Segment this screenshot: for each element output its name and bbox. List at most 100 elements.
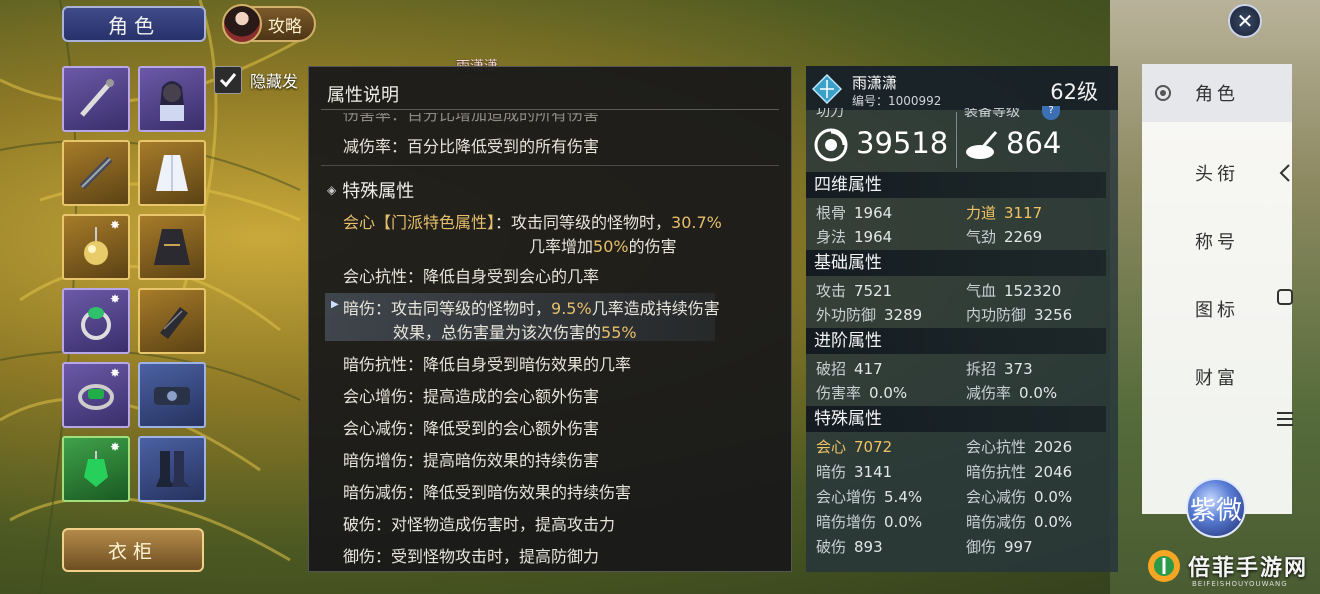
- tab-nickname[interactable]: 称号: [1142, 212, 1292, 270]
- sparkle-icon: ✸: [110, 292, 121, 306]
- popup-row-crit-dec: 会心减伤：降低受到的会心额外伤害: [343, 415, 599, 439]
- stat-value: 3289: [884, 306, 923, 324]
- popup-desc: 的伤害: [628, 237, 677, 256]
- white-robe-icon: [156, 155, 188, 191]
- wardrobe-button[interactable]: 衣柜: [62, 528, 204, 572]
- popup-desc: ：降低自身受到会心的几率: [407, 267, 600, 286]
- stat-value: 2046: [1034, 463, 1073, 481]
- equip-slot-flute[interactable]: [62, 140, 130, 206]
- role-tab-button[interactable]: 角色: [62, 6, 206, 42]
- popup-desc: ：百分比降低受到的所有伤害: [391, 137, 600, 156]
- stat-value: 997: [1004, 538, 1033, 556]
- hide-hair-toggle[interactable]: 隐藏发: [214, 66, 298, 94]
- equip-slot-green-ring[interactable]: ✸: [62, 288, 130, 354]
- popup-value: 9.5%: [551, 299, 592, 318]
- popup-row-crit-cont: 几率增加50%的伤害: [529, 233, 677, 257]
- close-icon: ✕: [1236, 9, 1254, 33]
- character-id: 编号：1000992: [852, 94, 942, 108]
- equip-slot-boots[interactable]: [138, 436, 206, 502]
- tab-wealth[interactable]: 财富: [1142, 348, 1292, 406]
- group-basic: 基础属性: [806, 250, 1106, 276]
- stat-yushang: 御伤 997: [966, 536, 1033, 557]
- home-square-icon[interactable]: [1270, 282, 1300, 312]
- stat-name: 攻击: [816, 282, 847, 300]
- popup-row-damage-rate: 伤害率：百分比增加造成的所有伤害: [343, 113, 600, 123]
- popup-desc: ：降低受到暗伤效果的持续伤害: [407, 483, 632, 502]
- sect-emblem-icon: [812, 74, 842, 104]
- watermark-text: 倍菲手游网: [1188, 556, 1309, 581]
- stat-value: 0.0%: [1019, 384, 1058, 402]
- popup-row-dark-dec: 暗伤减伤：降低受到暗伤效果的持续伤害: [343, 479, 631, 503]
- sparkle-icon: ✸: [110, 366, 121, 380]
- stat-as-zs: 暗伤增伤 0.0%: [816, 511, 922, 532]
- stat-name: 内功防御: [966, 306, 1027, 324]
- stat-value: 0.0%: [869, 384, 908, 402]
- stat-value: 3256: [1034, 306, 1073, 324]
- popup-value: 50%: [593, 237, 629, 256]
- equip-slot-white-robe[interactable]: [138, 140, 206, 206]
- stat-name: 减伤率: [966, 384, 1012, 402]
- hide-hair-checkbox[interactable]: [214, 66, 242, 94]
- menu-lines-icon[interactable]: [1270, 404, 1300, 434]
- stat-value: 1964: [854, 204, 893, 222]
- checkmark-icon: [219, 73, 237, 88]
- equip-level-label: 装备等级: [964, 108, 1020, 118]
- stat-huixin: 会心 7072: [816, 436, 892, 457]
- power-icon: [814, 128, 848, 162]
- stat-chaizhao: 拆招 373: [966, 358, 1033, 379]
- sparkle-icon: ✸: [110, 218, 121, 232]
- help-icon[interactable]: ?: [1042, 106, 1060, 120]
- equip-slot-staff[interactable]: [62, 66, 130, 132]
- popup-key: 会心【门派特色属性】: [343, 213, 496, 232]
- guide-label: 攻略: [268, 16, 302, 37]
- popup-key: 会心减伤: [343, 419, 408, 438]
- guide-button[interactable]: 攻略: [222, 4, 316, 44]
- popup-desc: ：对怪物造成伤害时，提高攻击力: [375, 515, 616, 534]
- popup-row-reduce-rate: 减伤率：百分比降低受到的所有伤害: [343, 133, 599, 157]
- popup-desc: ：受到怪物攻击时，提高防御力: [375, 547, 600, 566]
- stat-name: 破招: [816, 360, 847, 378]
- wardrobe-label: 衣柜: [107, 540, 158, 563]
- equip-slot-bracer[interactable]: [138, 288, 206, 354]
- equip-slot-jade-ring[interactable]: ✸: [62, 362, 130, 428]
- stat-gongji: 攻击 7521: [816, 280, 892, 301]
- stat-hx-zs: 会心增伤 5.4%: [816, 486, 922, 507]
- stat-value: 2026: [1034, 438, 1073, 456]
- stat-value: 3117: [1004, 204, 1043, 222]
- stat-value: 3141: [854, 463, 893, 481]
- equip-slot-belt[interactable]: [138, 362, 206, 428]
- stat-value: 0.0%: [1034, 513, 1073, 531]
- stat-name: 暗伤增伤: [816, 513, 877, 531]
- popup-key: 暗伤增伤: [343, 451, 408, 470]
- equip-slot-pendant[interactable]: ✸: [62, 214, 130, 280]
- stat-value: 152320: [1004, 282, 1062, 300]
- stat-value: 893: [854, 538, 883, 556]
- popup-value: 55%: [601, 323, 637, 342]
- stat-anshang: 暗伤 3141: [816, 461, 892, 482]
- stat-name: 外功防御: [816, 306, 877, 324]
- popup-row-dark[interactable]: 暗伤：攻击同等级的怪物时，9.5%几率造成持续伤害: [343, 295, 720, 319]
- stat-value: 0.0%: [884, 513, 923, 531]
- popup-row-dark-cont: 效果，总伤害量为该次伤害的55%: [393, 319, 637, 343]
- power-label: 功力: [816, 108, 844, 118]
- popup-section-special: ◈ 特殊属性: [327, 177, 414, 203]
- stat-lidao: 力道 3117: [966, 202, 1042, 223]
- character-header: 雨潇潇 编号：1000992 62级: [806, 66, 1118, 110]
- equip-slot-black-robe[interactable]: [138, 214, 206, 280]
- close-button[interactable]: ✕: [1228, 4, 1262, 38]
- popup-row-crit-res: 会心抗性：降低自身受到会心的几率: [343, 263, 599, 287]
- stat-value: 373: [1004, 360, 1033, 378]
- tab-role[interactable]: 角色: [1142, 64, 1292, 122]
- popup-title-divider: [321, 109, 779, 110]
- sparkle-icon: ✸: [110, 440, 121, 454]
- tab-label: 财富: [1195, 368, 1239, 389]
- stat-shenfa: 身法 1964: [816, 226, 892, 247]
- ziwei-badge[interactable]: 紫微: [1186, 478, 1246, 538]
- equip-slot-jade-pendant[interactable]: ✸: [62, 436, 130, 502]
- staff-weapon-icon: [80, 79, 114, 117]
- equipment-level-icon: [966, 131, 998, 159]
- equip-slot-portrait[interactable]: [138, 66, 206, 132]
- attribute-description-popup: 属性说明 伤害率：百分比增加造成的所有伤害 减伤率：百分比降低受到的所有伤害 ◈…: [308, 66, 792, 572]
- popup-desc: 几率造成持续伤害: [591, 299, 720, 318]
- back-chevron-icon[interactable]: [1270, 158, 1300, 188]
